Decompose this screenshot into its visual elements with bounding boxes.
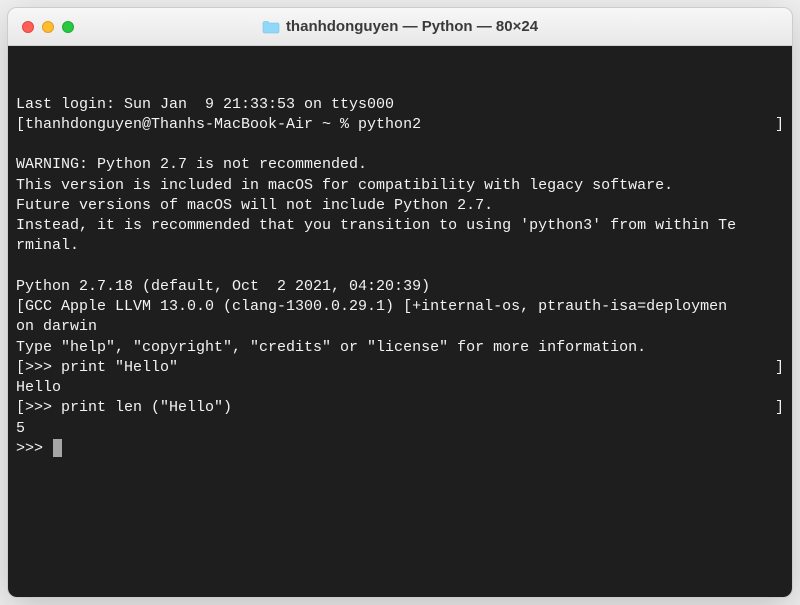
traffic-lights: [8, 21, 74, 33]
title-wrap: thanhdonguyen — Python — 80×24: [8, 18, 792, 35]
terminal-line: [>>> print len ("Hello")]: [16, 398, 784, 418]
terminal-line: Last login: Sun Jan 9 21:33:53 on ttys00…: [16, 95, 784, 115]
window-title: thanhdonguyen — Python — 80×24: [286, 18, 538, 35]
cursor-icon: [53, 439, 62, 457]
terminal-prompt: >>>: [16, 440, 52, 457]
terminal-line: [16, 135, 784, 155]
terminal-line: WARNING: Python 2.7 is not recommended.: [16, 155, 784, 175]
terminal-line: Instead, it is recommended that you tran…: [16, 216, 784, 236]
terminal-line: [>>> print "Hello"]: [16, 358, 784, 378]
terminal-line: Hello: [16, 378, 784, 398]
terminal-prompt-line[interactable]: >>>: [16, 439, 784, 459]
terminal-window: thanhdonguyen — Python — 80×24 Last logi…: [7, 7, 793, 598]
titlebar[interactable]: thanhdonguyen — Python — 80×24: [8, 8, 792, 46]
terminal-line: Type "help", "copyright", "credits" or "…: [16, 338, 784, 358]
terminal-line: rminal.: [16, 236, 784, 256]
terminal-line: Python 2.7.18 (default, Oct 2 2021, 04:2…: [16, 277, 784, 297]
terminal-line: This version is included in macOS for co…: [16, 176, 784, 196]
minimize-icon[interactable]: [42, 21, 54, 33]
terminal-line: [thanhdonguyen@Thanhs-MacBook-Air ~ % py…: [16, 115, 784, 135]
close-icon[interactable]: [22, 21, 34, 33]
terminal-line: [16, 257, 784, 277]
terminal-viewport[interactable]: Last login: Sun Jan 9 21:33:53 on ttys00…: [8, 46, 792, 597]
terminal-line: [GCC Apple LLVM 13.0.0 (clang-1300.0.29.…: [16, 297, 784, 317]
terminal-line: 5: [16, 419, 784, 439]
terminal-line: on darwin: [16, 317, 784, 337]
terminal-line: Future versions of macOS will not includ…: [16, 196, 784, 216]
folder-icon: [262, 20, 280, 34]
maximize-icon[interactable]: [62, 21, 74, 33]
